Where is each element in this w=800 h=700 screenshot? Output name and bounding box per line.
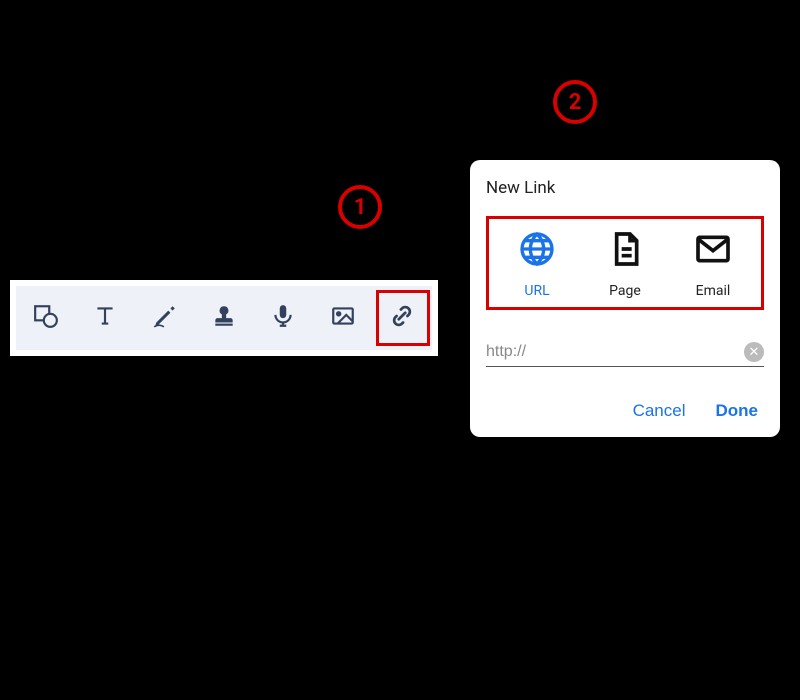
url-field[interactable]: ✕ bbox=[486, 338, 764, 367]
clear-icon: ✕ bbox=[749, 345, 760, 360]
dialog-title: New Link bbox=[486, 178, 764, 198]
text-icon bbox=[92, 303, 118, 333]
page-icon bbox=[605, 229, 645, 273]
text-tool-button[interactable] bbox=[81, 294, 129, 342]
link-type-url-label: URL bbox=[524, 283, 549, 299]
link-tool-button[interactable] bbox=[378, 294, 426, 342]
stamp-tool-button[interactable] bbox=[200, 294, 248, 342]
shape-icon bbox=[33, 303, 59, 333]
link-type-page-label: Page bbox=[609, 283, 641, 299]
step-badge-2-num: 2 bbox=[569, 90, 582, 115]
email-icon bbox=[693, 229, 733, 273]
step-badge-1: 1 bbox=[338, 185, 382, 229]
step-badge-2: 2 bbox=[553, 80, 597, 124]
link-type-email[interactable]: Email bbox=[673, 229, 753, 299]
url-input[interactable] bbox=[486, 343, 744, 361]
cancel-button[interactable]: Cancel bbox=[633, 401, 686, 421]
step-badge-1-num: 1 bbox=[354, 195, 367, 220]
stamp-icon bbox=[211, 303, 237, 333]
image-icon bbox=[330, 303, 356, 333]
link-type-page[interactable]: Page bbox=[585, 229, 665, 299]
annotation-toolbar bbox=[10, 280, 438, 356]
pen-tool-button[interactable] bbox=[141, 294, 189, 342]
microphone-icon bbox=[270, 303, 296, 333]
link-icon bbox=[389, 303, 415, 333]
clear-input-button[interactable]: ✕ bbox=[744, 342, 764, 362]
globe-icon bbox=[517, 229, 557, 273]
done-button[interactable]: Done bbox=[716, 401, 759, 421]
annotation-toolbar-inner bbox=[16, 286, 432, 350]
image-tool-button[interactable] bbox=[319, 294, 367, 342]
shape-tool-button[interactable] bbox=[22, 294, 70, 342]
new-link-dialog: New Link URL Page bbox=[470, 160, 780, 437]
link-type-url[interactable]: URL bbox=[497, 229, 577, 299]
voice-tool-button[interactable] bbox=[259, 294, 307, 342]
link-type-group-highlight: URL Page Email bbox=[486, 216, 764, 310]
dialog-actions: Cancel Done bbox=[486, 401, 764, 425]
pen-icon bbox=[152, 303, 178, 333]
link-type-email-label: Email bbox=[696, 283, 731, 299]
